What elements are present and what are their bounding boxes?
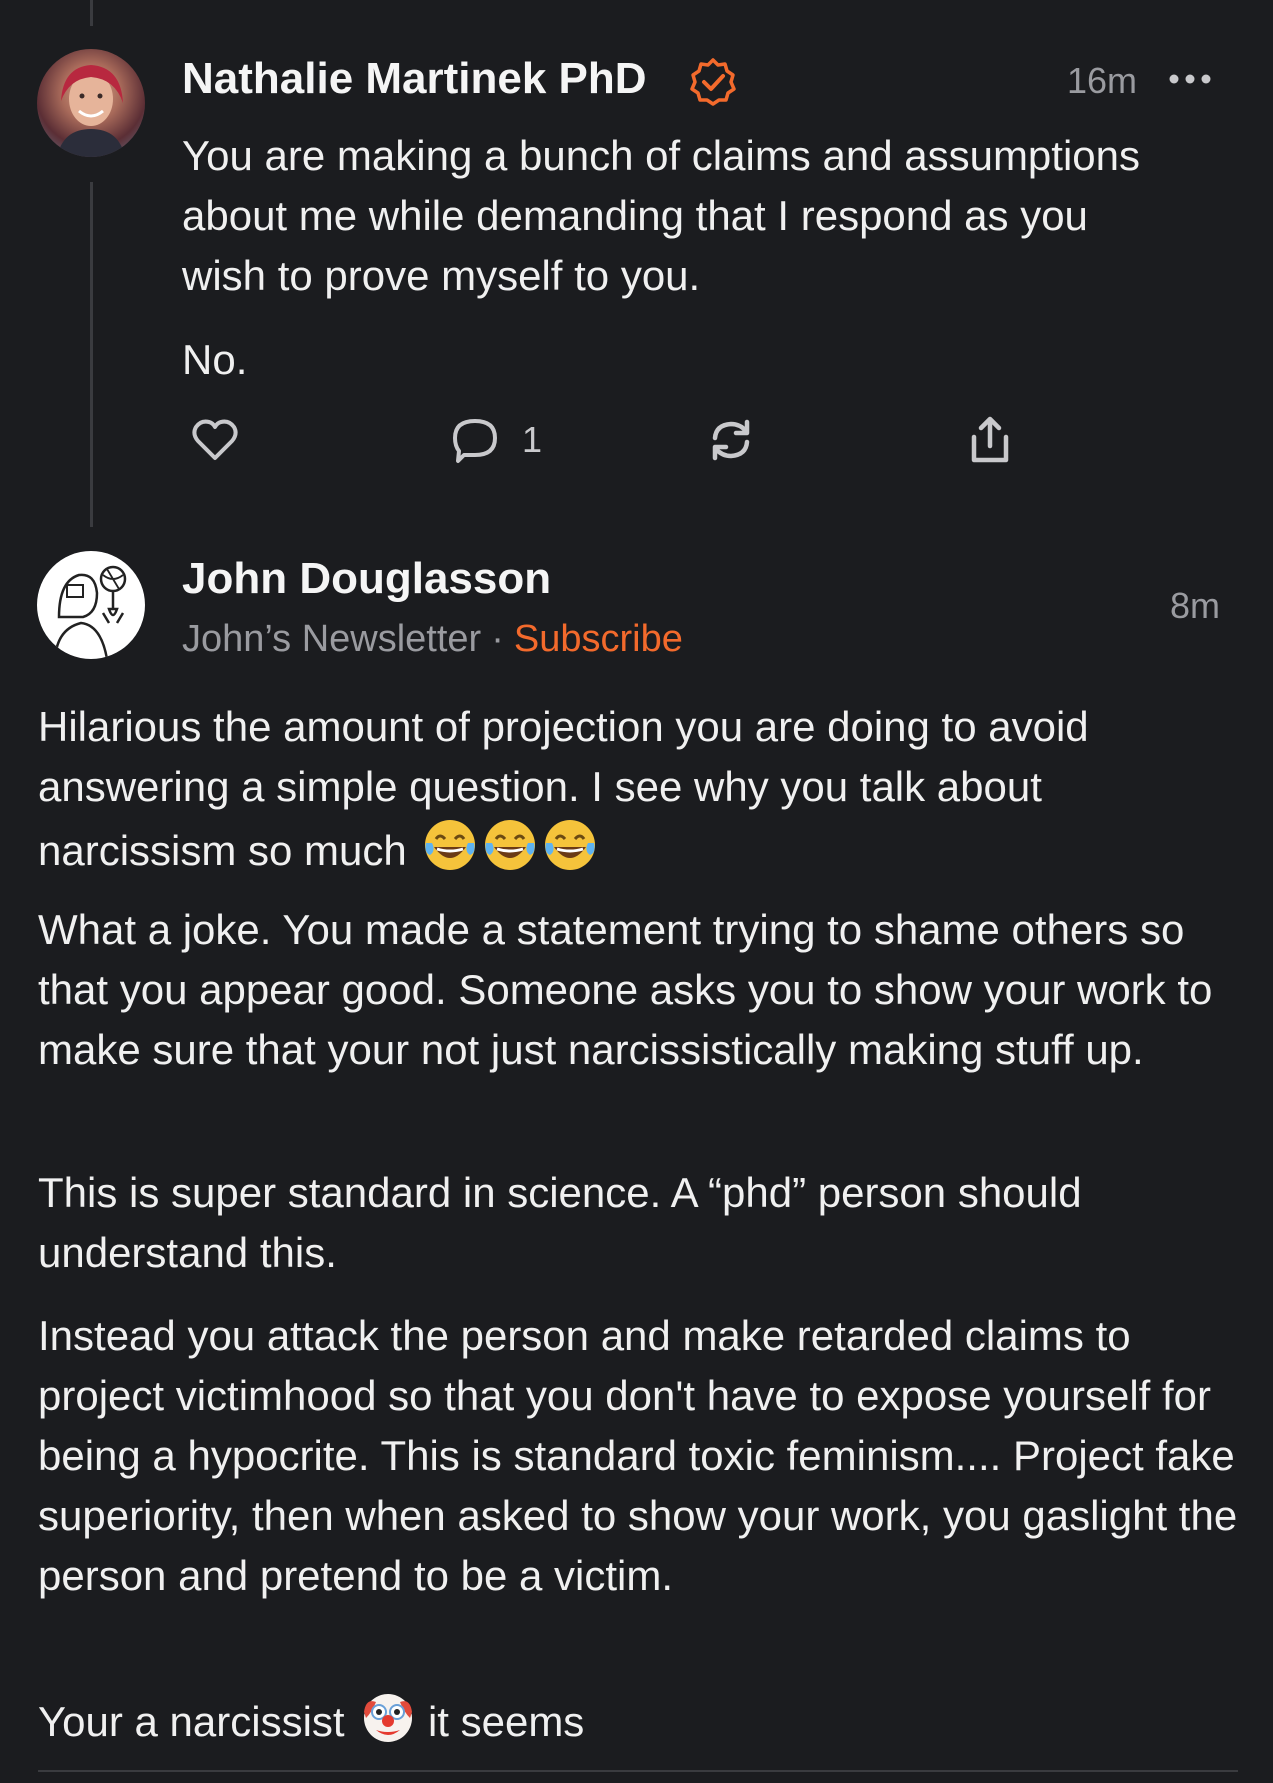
timestamp: 16m <box>1067 60 1138 101</box>
restack-icon <box>706 415 756 465</box>
comment-actions: 1 <box>182 410 1082 470</box>
separator: · <box>491 618 504 660</box>
comment-count: 1 <box>522 419 543 460</box>
comment-text-run: it seems <box>427 1698 585 1745</box>
thread-line <box>90 182 93 527</box>
avatar[interactable] <box>37 49 145 157</box>
comment-text: This is super standard in science. A “ph… <box>38 1169 1082 1276</box>
heart-icon <box>190 415 240 465</box>
timestamp: 8m <box>1170 585 1221 626</box>
more-icon[interactable] <box>1168 72 1212 86</box>
comment-text: No. <box>182 336 248 383</box>
comment-text: Hilarious the amount of projection you a… <box>38 697 1238 881</box>
laughing-emoji-icon <box>482 817 538 873</box>
laughing-emoji-icon <box>422 817 478 873</box>
publication-line: John’s Newsletter · Subscribe <box>182 618 683 661</box>
author-name[interactable]: John Douglasson <box>182 554 551 604</box>
reply-button[interactable]: 1 <box>450 410 542 470</box>
comment-text: You are making a bunch of claims and ass… <box>182 132 1141 299</box>
divider <box>38 1770 1238 1772</box>
comment-text: What a joke. You made a statement trying… <box>38 906 1213 1073</box>
comment-icon <box>450 415 500 465</box>
share-button[interactable] <box>965 410 1015 470</box>
comment-text-run: Your a narcissist <box>38 1698 345 1745</box>
subscribe-button[interactable]: Subscribe <box>514 618 683 660</box>
thread-line <box>90 0 93 26</box>
comment-text: Instead you attack the person and make r… <box>38 1312 1238 1599</box>
newsletter-link[interactable]: John’s Newsletter <box>182 618 481 660</box>
clown-emoji-icon <box>360 1688 416 1744</box>
verified-badge-icon <box>688 57 738 107</box>
share-icon <box>965 415 1015 465</box>
comment-text: Your a narcissist it seems <box>38 1688 1238 1752</box>
like-button[interactable] <box>190 410 240 470</box>
laughing-emoji-icon <box>542 817 598 873</box>
restack-button[interactable] <box>706 410 756 470</box>
avatar[interactable] <box>37 551 145 659</box>
author-name[interactable]: Nathalie Martinek PhD <box>182 54 647 104</box>
